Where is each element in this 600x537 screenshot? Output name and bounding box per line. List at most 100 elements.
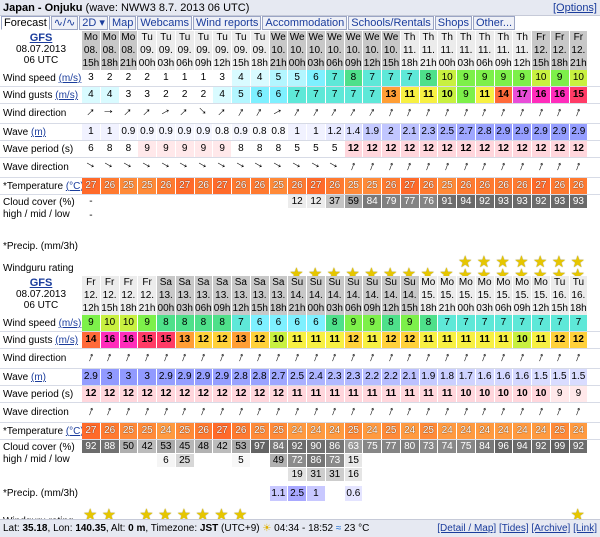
gusts-cell: 12	[344, 332, 363, 348]
cloud-cell: 92	[569, 440, 588, 453]
unit-link[interactable]: (m)	[31, 372, 46, 383]
tab-4[interactable]: Webcams	[137, 16, 193, 30]
direction-arrow-icon: ↑	[441, 403, 453, 419]
period-cell: 12	[382, 141, 400, 157]
col-day: Fr	[532, 31, 550, 44]
direction-arrow-icon: ↑	[479, 403, 491, 419]
row-label-period: Wave period (s)	[0, 386, 82, 403]
direction-arrow-icon: ↑	[102, 108, 118, 115]
direction-arrow-icon: ↑	[270, 158, 287, 173]
gusts-cell: 12	[194, 332, 213, 348]
cloud-cell: 25	[175, 454, 194, 467]
tab-3[interactable]: Map	[108, 16, 137, 30]
col-date: 13.	[213, 289, 231, 302]
direction-arrow-icon: ↑	[516, 158, 528, 174]
unit-link[interactable]: (m/s)	[59, 318, 82, 329]
period-cell: 11	[438, 386, 456, 402]
unit-link[interactable]: (m/s)	[55, 335, 78, 346]
direction-arrow-icon: ↑	[535, 158, 547, 174]
tab-1[interactable]: ∿/∿	[50, 16, 79, 30]
direction-arrow-icon: ↑	[441, 349, 453, 365]
gusts-cell: 13	[382, 87, 400, 103]
col-date: 09.	[250, 44, 269, 57]
col-hour: 12h	[382, 302, 400, 315]
col-day: We	[307, 31, 325, 44]
tab-7[interactable]: Schools/Rentals	[348, 16, 434, 30]
col-day: Tu	[250, 31, 269, 44]
period-cell: 9	[550, 386, 569, 402]
period-cell: 10	[457, 386, 475, 402]
cloud-cell: 19	[288, 468, 306, 481]
cloud-cell: 77	[400, 195, 419, 208]
col-day: Mo	[457, 276, 475, 289]
model-run-info: GFS 08.07.2013 06 UTC	[0, 33, 82, 67]
tab-6[interactable]: Accommodation	[262, 16, 348, 30]
period-cell: 12	[232, 386, 250, 402]
speed-cell: 8	[344, 70, 363, 86]
tides-link[interactable]: [Tides]	[499, 523, 529, 534]
row-label-gusts: Wind gusts (m/s)	[0, 87, 82, 104]
gusts-cell: 2	[194, 87, 213, 103]
wave-cell: 1	[288, 124, 306, 140]
location-title: Japan - Onjuku	[3, 2, 83, 14]
tab-2[interactable]: 2D ▾	[79, 16, 108, 30]
tab-5[interactable]: Wind reports	[193, 16, 262, 30]
speed-cell: 6	[307, 70, 325, 86]
gusts-cell: 7	[288, 87, 306, 103]
col-hour: 09h	[513, 302, 531, 315]
detail-map-link[interactable]: [Detail / Map]	[437, 523, 496, 534]
wave_dir-cell: ↑	[120, 158, 138, 177]
period-cell: 6	[82, 141, 100, 157]
wave_dir-cell: ↑	[438, 403, 456, 422]
col-day: We	[288, 31, 306, 44]
speed-cell: 7	[438, 315, 456, 331]
direction-arrow-icon: ↑	[120, 104, 136, 120]
direction-arrow-icon: ↑	[272, 403, 284, 419]
col-hour: 21h	[419, 57, 438, 70]
col-day: Fr	[569, 31, 588, 44]
temp-cell: 26	[194, 423, 213, 439]
gusts-cell: 12	[250, 332, 269, 348]
timezone-offset: (UTC+9)	[221, 523, 260, 534]
gusts-cell: 10	[438, 87, 456, 103]
col-hour: 06h	[194, 302, 213, 315]
wave-cell: 2.8	[232, 369, 250, 385]
wave-cell: 2.5	[288, 369, 306, 385]
gusts-cell: 13	[232, 332, 250, 348]
speed-cell: 7	[382, 70, 400, 86]
tab-8[interactable]: Shops	[434, 16, 472, 30]
options-link[interactable]: [Options]	[553, 0, 597, 16]
wave_dir-cell: ↑	[401, 158, 419, 177]
temp-cell: 27	[400, 178, 419, 194]
row-label-temp: *Temperature (°C)	[0, 178, 84, 195]
wind_dir-cell: ↑	[495, 349, 513, 368]
archive-link[interactable]: [Archive]	[531, 523, 570, 534]
unit-link[interactable]: (m/s)	[59, 73, 82, 84]
link-link[interactable]: [Link]	[573, 523, 597, 534]
tab-0[interactable]: Forecast	[1, 16, 50, 30]
unit-link[interactable]: (m/s)	[55, 90, 78, 101]
cloud-cell: 86	[325, 440, 344, 453]
gusts-cell: 11	[475, 332, 494, 348]
row-label-text: Wave direction	[3, 407, 69, 418]
tab-9[interactable]: Other...	[472, 16, 516, 30]
temp-cell: 26	[194, 178, 213, 194]
wave-cell: 2.9	[175, 369, 194, 385]
direction-arrow-icon: ↑	[197, 349, 209, 365]
direction-arrow-icon: ↑	[516, 349, 528, 365]
direction-arrow-icon: ↑	[404, 158, 416, 174]
wave_dir-cell: ↑	[551, 403, 569, 422]
wind_dir-cell: ↑	[157, 104, 175, 123]
wave-cell: 1.5	[569, 369, 588, 385]
model-link[interactable]: GFS	[0, 33, 82, 44]
temp-cell: 26	[569, 178, 588, 194]
temp-cell: 27	[175, 178, 194, 194]
col-date: 13.	[157, 289, 175, 302]
direction-arrow-icon: ↑	[497, 158, 509, 174]
col-date: 10.	[363, 44, 381, 57]
gusts-cell: 11	[307, 332, 325, 348]
gusts-cell: 11	[288, 332, 306, 348]
col-hour: 18h	[569, 302, 588, 315]
model-link[interactable]: GFS	[0, 278, 82, 289]
unit-link[interactable]: (m)	[31, 127, 46, 138]
